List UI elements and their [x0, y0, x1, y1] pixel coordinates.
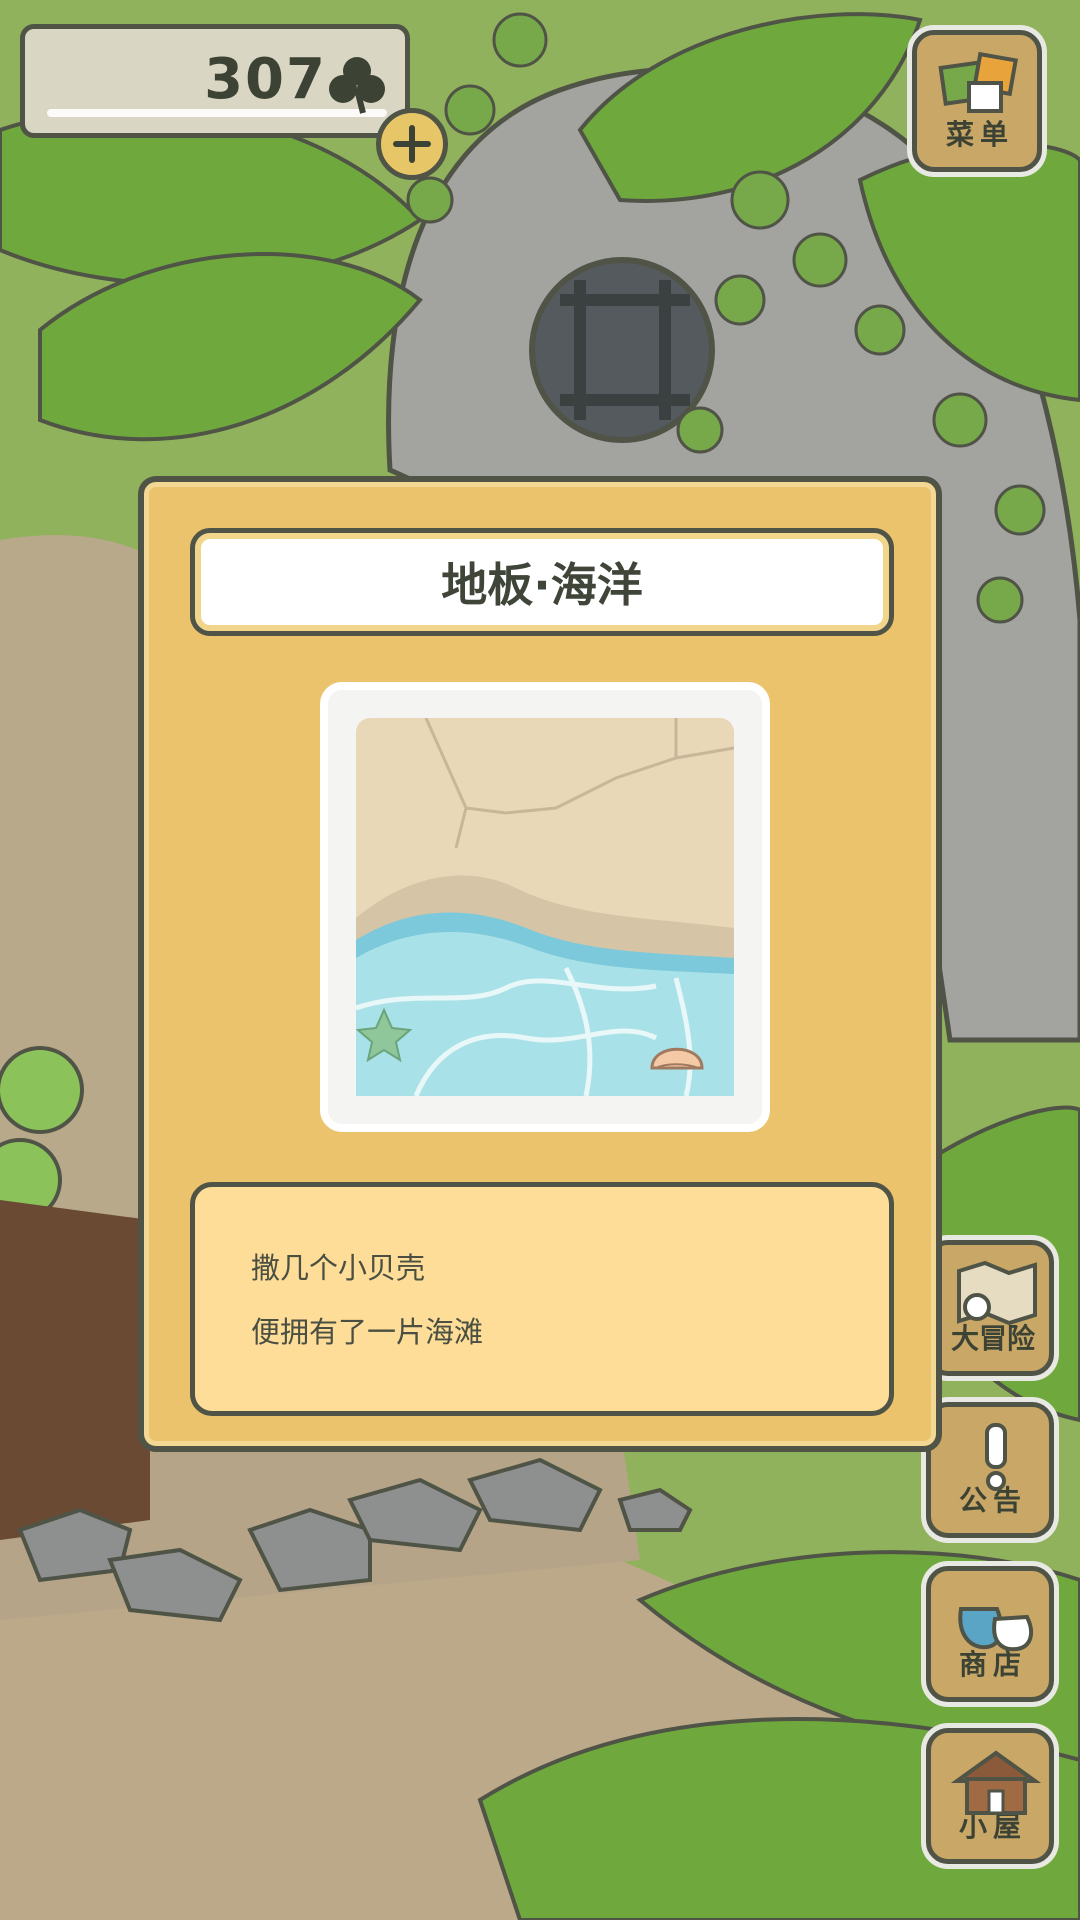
house-icon — [951, 1750, 1041, 1815]
item-detail-dialog: 地板·海洋 撒几个小贝壳 便拥有了一片海滩 — [138, 476, 942, 1452]
clover-counter: 307 — [20, 24, 410, 138]
item-title: 地板·海洋 — [441, 558, 643, 612]
map-icon — [957, 1260, 1037, 1326]
menu-icon — [938, 51, 1018, 113]
exclamation-icon — [985, 1423, 1007, 1491]
ocean-floor-preview — [356, 718, 734, 1096]
shop-button[interactable]: 商店 — [926, 1566, 1054, 1702]
notice-button[interactable]: 公告 — [926, 1402, 1054, 1538]
plus-icon — [393, 125, 431, 163]
description-line: 撒几个小贝壳 — [251, 1251, 426, 1285]
description-line: 便拥有了一片海滩 — [251, 1315, 484, 1349]
menu-label: 菜单 — [945, 118, 1014, 151]
item-title-box: 地板·海洋 — [190, 528, 894, 636]
menu-button[interactable]: 菜单 — [912, 30, 1042, 172]
clover-icon — [329, 57, 385, 114]
item-description-box: 撒几个小贝壳 便拥有了一片海滩 — [190, 1182, 894, 1416]
adventure-button[interactable]: 大冒险 — [926, 1240, 1054, 1376]
add-clovers-button[interactable] — [376, 108, 448, 180]
item-preview — [320, 682, 770, 1132]
clover-count: 307 — [204, 47, 327, 112]
bags-icon — [958, 1607, 1034, 1652]
house-button[interactable]: 小屋 — [926, 1728, 1054, 1864]
